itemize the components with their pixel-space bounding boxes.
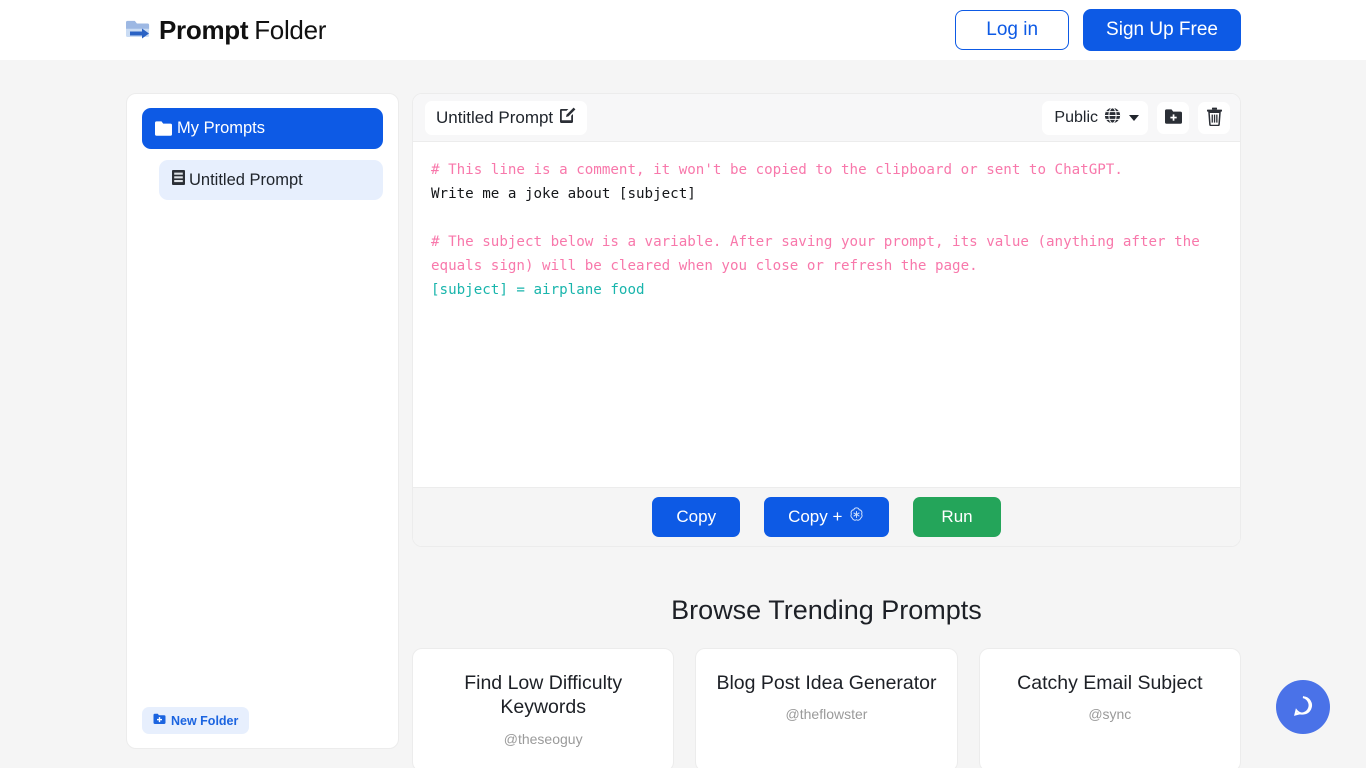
folder-plus-icon: [153, 713, 166, 728]
copy-button[interactable]: Copy: [652, 497, 740, 536]
trending-prompt-card[interactable]: Catchy Email Subject @sync: [979, 648, 1241, 768]
move-to-folder-button[interactable]: [1157, 102, 1189, 134]
sidebar-item-label: Untitled Prompt: [189, 171, 303, 190]
page-body: My Prompts Untitled Prompt: [0, 60, 1366, 768]
visibility-dropdown[interactable]: Public: [1042, 101, 1148, 135]
login-button[interactable]: Log in: [955, 10, 1069, 51]
main-content: Untitled Prompt Public: [412, 93, 1241, 768]
prompt-title-editable[interactable]: Untitled Prompt: [425, 101, 587, 135]
openai-logo-icon: [848, 506, 865, 528]
folder-plus-icon: [1164, 108, 1183, 128]
trending-heading: Browse Trending Prompts: [412, 595, 1241, 626]
copy-and-open-chatgpt-button[interactable]: Copy +: [764, 497, 889, 537]
signup-button[interactable]: Sign Up Free: [1083, 9, 1241, 52]
prompt-line: # This line is a comment, it won't be co…: [431, 158, 1222, 182]
run-button[interactable]: Run: [913, 497, 1000, 536]
trending-prompt-name: Find Low Difficulty Keywords: [427, 671, 659, 720]
trending-prompt-name: Catchy Email Subject: [994, 671, 1226, 695]
prompt-actions-bar: Copy Copy + Run: [413, 487, 1240, 546]
chevron-down-icon: [1129, 115, 1139, 121]
globe-icon: [1104, 107, 1121, 129]
brand-name-bold: Prompt: [159, 15, 248, 46]
top-navbar: PromptFolder Log in Sign Up Free: [0, 0, 1366, 60]
new-folder-button[interactable]: New Folder: [142, 707, 249, 734]
trending-prompt-author: @theseoguy: [427, 731, 659, 747]
trending-prompt-card[interactable]: Find Low Difficulty Keywords @theseoguy: [412, 648, 674, 768]
prompt-line: Write me a joke about [subject]: [431, 182, 1222, 206]
copy-chatgpt-label: Copy +: [788, 506, 842, 527]
sidebar-folder-my-prompts[interactable]: My Prompts: [142, 108, 383, 149]
prompt-editor-card: Untitled Prompt Public: [412, 93, 1241, 547]
trending-prompt-card[interactable]: Blog Post Idea Generator @theflowster: [695, 648, 957, 768]
folder-arrow-logo-icon: [125, 17, 153, 43]
new-folder-label: New Folder: [171, 714, 238, 728]
folder-icon: [154, 120, 173, 137]
trending-prompt-author: @theflowster: [710, 706, 942, 722]
brand-name-light: Folder: [254, 15, 326, 46]
sidebar-item-untitled-prompt[interactable]: Untitled Prompt: [159, 160, 383, 200]
document-icon: [171, 169, 186, 191]
trending-prompt-name: Blog Post Idea Generator: [710, 671, 942, 695]
trash-icon: [1206, 107, 1223, 129]
chat-bubble-icon: [1290, 693, 1316, 722]
trending-card-row: Find Low Difficulty Keywords @theseoguy Bl…: [412, 648, 1241, 768]
visibility-label: Public: [1054, 109, 1098, 127]
delete-prompt-button[interactable]: [1198, 102, 1230, 134]
trending-prompt-author: @sync: [994, 706, 1226, 722]
prompt-text-area[interactable]: # This line is a comment, it won't be co…: [413, 142, 1240, 487]
prompt-editor-header: Untitled Prompt Public: [413, 94, 1240, 142]
prompt-line: [431, 206, 1222, 230]
edit-pencil-icon[interactable]: [559, 107, 576, 129]
brand-logo-link[interactable]: PromptFolder: [125, 15, 326, 46]
help-chat-button[interactable]: [1276, 680, 1330, 734]
prompt-line: # The subject below is a variable. After…: [431, 230, 1222, 278]
prompt-title-text: Untitled Prompt: [436, 108, 553, 128]
prompt-line: [subject] = airplane food: [431, 278, 1222, 302]
sidebar-folder-label: My Prompts: [177, 119, 265, 138]
navbar-actions: Log in Sign Up Free: [955, 9, 1241, 52]
editor-header-actions: Public: [1042, 101, 1230, 135]
sidebar: My Prompts Untitled Prompt: [126, 93, 399, 749]
